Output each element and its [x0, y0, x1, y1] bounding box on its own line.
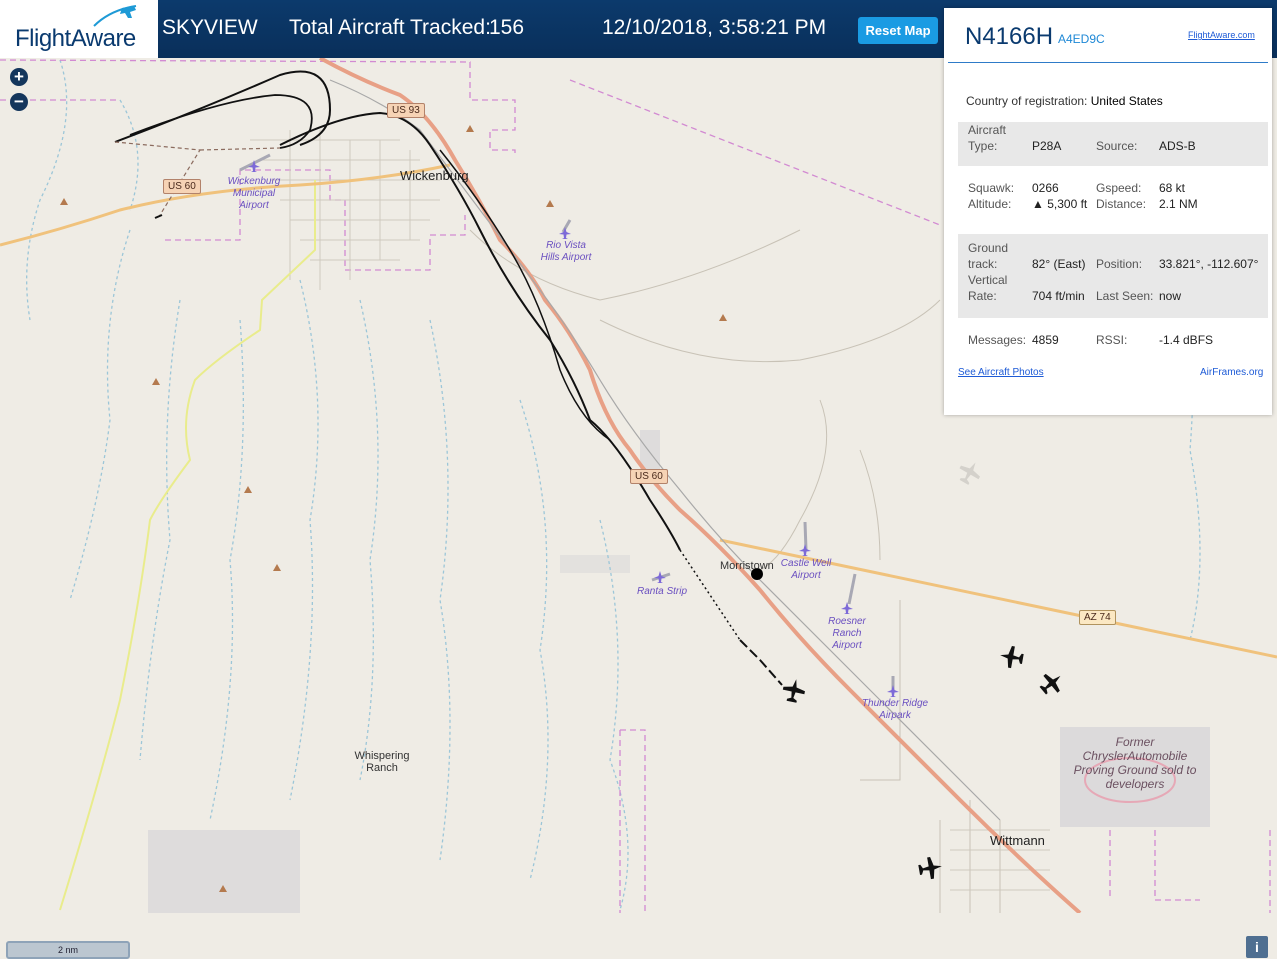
- country-value: United States: [1090, 94, 1163, 108]
- altitude-label: Altitude:: [968, 197, 1012, 211]
- messages-label: Messages:: [968, 333, 1027, 347]
- squawk-label: Squawk:: [968, 181, 1015, 195]
- tracked-label: Total Aircraft Tracked:: [289, 16, 491, 39]
- ground-track-label: Ground track:: [968, 241, 1009, 271]
- place-morristown: Morristown: [720, 560, 774, 572]
- tracked-count: 156: [489, 16, 525, 39]
- app-title: SKYVIEW: [162, 16, 258, 39]
- place-proving-ground: Former ChryslerAutomobile Proving Ground…: [1073, 735, 1197, 791]
- panel-divider: [948, 62, 1268, 63]
- aircraft-type-label: Aircraft Type:: [968, 123, 1007, 153]
- type-row: Aircraft Type: P28A Source: ADS-B: [958, 122, 1268, 166]
- road-shield-us93: US 93: [387, 103, 425, 118]
- zoom-out-button[interactable]: −: [10, 93, 28, 111]
- airport-ranta-strip: Ranta Strip: [636, 586, 688, 597]
- gspeed-value: 68 kt: [1159, 181, 1186, 195]
- place-wittmann: Wittmann: [990, 833, 1045, 848]
- airport-castle-well: Castle Well Airport: [780, 558, 832, 581]
- airport-thunder-ridge: Thunder Ridge Airpark: [861, 698, 929, 721]
- rssi-value: -1.4 dBFS: [1159, 333, 1214, 347]
- track-row: Ground track: 82° (East) Position: 33.82…: [958, 234, 1268, 318]
- current-datetime: 12/10/2018, 3:58:21 PM: [602, 16, 827, 39]
- altitude-value: ▲ 5,300 ft: [1032, 197, 1088, 211]
- messages-value: 4859: [1032, 333, 1059, 347]
- distance-value: 2.1 NM: [1159, 197, 1198, 211]
- source-value: ADS-B: [1159, 139, 1196, 153]
- country-label: Country of registration:: [966, 94, 1088, 108]
- airport-rio-vista: Rio Vista Hills Airport: [540, 240, 592, 263]
- last-seen-label: Last Seen:: [1096, 289, 1154, 303]
- aircraft-info-panel: N4166H A4ED9C FlightAware.com Country of…: [944, 8, 1272, 415]
- zoom-in-button[interactable]: +: [10, 68, 28, 86]
- airport-roesner: Roesner Ranch Airport: [828, 616, 866, 651]
- position-value: 33.821°, -112.607°: [1159, 257, 1259, 271]
- aircraft-registration: N4166H: [965, 23, 1054, 50]
- scale-bar: 2 nm: [6, 941, 130, 959]
- road-shield-az74: AZ 74: [1079, 610, 1116, 625]
- last-seen-value: now: [1159, 289, 1182, 303]
- road-shield-us60: US 60: [630, 469, 668, 484]
- vertical-rate-label: Vertical Rate:: [968, 273, 1008, 303]
- ground-track-value: 82° (East): [1032, 257, 1086, 271]
- rssi-label: RSSI:: [1096, 333, 1128, 347]
- place-whispering-ranch: Whispering Ranch: [354, 750, 410, 774]
- distance-label: Distance:: [1096, 197, 1147, 211]
- flightaware-link[interactable]: FlightAware.com: [1188, 30, 1255, 40]
- aircraft-hex-code: A4ED9C: [1058, 32, 1105, 46]
- gspeed-label: Gspeed:: [1096, 181, 1142, 195]
- squawk-value: 0266: [1032, 181, 1059, 195]
- position-label: Position:: [1096, 257, 1143, 271]
- squawk-row: Squawk: 0266 Gspeed: 68 kt Altitude: ▲ 5…: [958, 172, 1268, 228]
- vertical-rate-value: 704 ft/min: [1032, 289, 1085, 303]
- place-wickenburg: Wickenburg: [400, 168, 469, 183]
- flightaware-logo[interactable]: FlightAware: [0, 0, 158, 58]
- reset-map-button[interactable]: Reset Map: [858, 17, 938, 44]
- country-row: Country of registration: United States: [966, 94, 1163, 108]
- logo-text: FlightAware: [15, 25, 136, 52]
- aircraft-type-value: P28A: [1032, 139, 1062, 153]
- road-shield-us60: US 60: [163, 179, 201, 194]
- airport-wickenburg: Wickenburg Municipal Airport: [227, 176, 281, 211]
- aircraft-photos-link[interactable]: See Aircraft Photos: [958, 367, 1044, 378]
- developed-area: [148, 830, 300, 913]
- airframes-link[interactable]: AirFrames.org: [1200, 367, 1263, 378]
- source-label: Source:: [1096, 139, 1138, 153]
- messages-row: Messages: 4859 RSSI: -1.4 dBFS: [958, 326, 1268, 356]
- map-info-button[interactable]: i: [1246, 936, 1268, 958]
